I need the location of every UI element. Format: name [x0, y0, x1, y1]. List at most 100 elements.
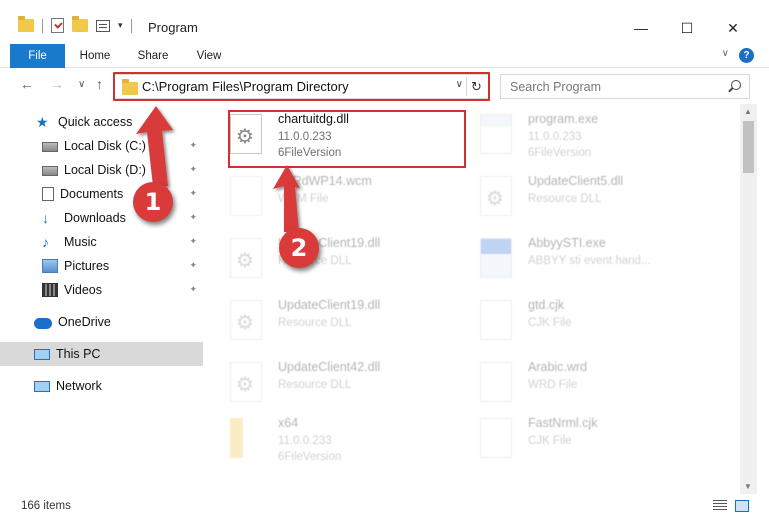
recent-locations-button[interactable]: ∨: [78, 79, 85, 90]
details-view-icon[interactable]: [713, 500, 727, 512]
scroll-down-icon[interactable]: ▼: [744, 482, 752, 491]
ribbon-collapse-icon[interactable]: ∨: [722, 48, 729, 59]
close-button[interactable]: ✕: [710, 14, 756, 42]
nav-label: Quick access: [58, 115, 133, 129]
folder-icon: [230, 418, 262, 458]
nav-label: OneDrive: [58, 315, 111, 329]
customize-icon[interactable]: [96, 19, 110, 32]
file-item[interactable]: UpdateClient19.dll Resource DLL: [206, 230, 446, 290]
nav-label: Music: [64, 235, 97, 249]
file-meta: CJK File: [528, 435, 572, 447]
file-item[interactable]: UpdateClient42.dll Resource DLL: [206, 354, 446, 414]
file-item[interactable]: program.exe 11.0.0.233 6FileVersion: [456, 106, 696, 166]
maximize-button[interactable]: ☐: [664, 14, 710, 42]
pin-icon[interactable]: ✦: [189, 164, 197, 175]
file-meta: CJK File: [528, 317, 572, 329]
scroll-up-icon[interactable]: ▲: [744, 107, 752, 116]
file-meta: Resource DLL: [528, 193, 602, 205]
pin-icon[interactable]: ✦: [189, 260, 197, 271]
file-name: UpdateClient5.dll: [528, 174, 624, 188]
file-meta: WRD File: [528, 379, 578, 391]
dll-file-icon: [230, 362, 262, 402]
properties-check-icon[interactable]: [51, 18, 64, 33]
new-folder-icon[interactable]: [72, 16, 88, 32]
star-icon: ★: [36, 114, 49, 130]
pictures-icon: [42, 259, 58, 273]
tiles-view-icon[interactable]: [735, 500, 749, 512]
dll-file-icon: [230, 238, 262, 278]
file-name: x64: [278, 416, 299, 430]
generic-file-icon: [230, 176, 262, 216]
nav-item-network[interactable]: Network: [0, 374, 203, 398]
generic-file-icon: [480, 418, 512, 458]
nav-label: Pictures: [64, 259, 110, 273]
file-name: AcRdWP14.wcm: [278, 174, 372, 188]
toolbar-separator: [130, 18, 132, 33]
dll-file-icon: [230, 300, 262, 340]
ribbon-tabs: File Home Share View ∨ ?: [0, 44, 769, 68]
search-icon[interactable]: [731, 80, 741, 90]
callout-marker-2: 2: [279, 228, 319, 268]
pin-icon[interactable]: ✦: [189, 188, 197, 199]
scroll-thumb[interactable]: [743, 121, 754, 173]
item-count: 166 items: [21, 500, 71, 512]
nav-item-this-pc[interactable]: This PC: [0, 342, 203, 366]
search-input[interactable]: [510, 78, 710, 96]
tab-view[interactable]: View: [184, 44, 234, 68]
drive-icon: [42, 142, 58, 152]
music-icon: ♪: [42, 234, 49, 250]
videos-icon: [42, 283, 58, 297]
file-name: UpdateClient19.dll: [278, 298, 381, 312]
pin-icon[interactable]: ✦: [189, 284, 197, 295]
exe-file-icon: [480, 238, 512, 278]
title-bar: ▾ Program — ☐ ✕: [0, 0, 769, 44]
tab-file[interactable]: File: [10, 44, 65, 68]
file-meta: Resource DLL: [278, 317, 352, 329]
file-meta: 11.0.0.233 6FileVersion: [528, 131, 592, 159]
pin-icon[interactable]: ✦: [189, 212, 197, 223]
search-box[interactable]: [500, 74, 750, 99]
file-item[interactable]: gtd.cjk CJK File: [456, 292, 696, 352]
up-button[interactable]: ↑: [96, 76, 103, 92]
file-item[interactable]: x64 11.0.0.233 6FileVersion: [206, 410, 446, 470]
pin-icon[interactable]: ✦: [189, 236, 197, 247]
pin-icon[interactable]: ✦: [189, 140, 197, 151]
tab-home[interactable]: Home: [70, 44, 120, 68]
nav-item-pictures[interactable]: Pictures ✦: [0, 254, 203, 278]
file-item[interactable]: Arabic.wrd WRD File: [456, 354, 696, 414]
computer-icon: [34, 348, 50, 360]
file-name: UpdateClient42.dll: [278, 360, 381, 374]
nav-label: Network: [56, 379, 102, 393]
file-item[interactable]: AcRdWP14.wcm WCM File: [206, 168, 446, 228]
vertical-scrollbar[interactable]: ▲ ▼: [740, 104, 757, 494]
generic-file-icon: [480, 362, 512, 402]
forward-button[interactable]: →: [50, 76, 64, 92]
nav-item-local-disk-d[interactable]: Local Disk (D:) ✦: [0, 158, 203, 182]
file-item[interactable]: UpdateClient19.dll Resource DLL: [206, 292, 446, 352]
help-icon[interactable]: ?: [739, 48, 754, 63]
nav-item-videos[interactable]: Videos ✦: [0, 278, 203, 302]
file-name: FastNrml.cjk: [528, 416, 598, 430]
nav-item-onedrive[interactable]: OneDrive: [0, 310, 203, 334]
nav-item-local-disk-c[interactable]: Local Disk (C:) ✦: [0, 134, 203, 158]
drive-icon: [42, 166, 58, 176]
address-highlight-frame: [113, 72, 490, 101]
minimize-button[interactable]: —: [618, 14, 664, 42]
nav-item-downloads[interactable]: ↓ Downloads ✦: [0, 206, 203, 230]
downloads-icon: ↓: [42, 210, 49, 226]
nav-quick-access[interactable]: ★ Quick access: [0, 110, 203, 134]
qat-dropdown-icon[interactable]: ▾: [118, 20, 123, 31]
tab-share[interactable]: Share: [128, 44, 178, 68]
back-button[interactable]: ←: [20, 76, 34, 92]
file-item[interactable]: FastNrml.cjk CJK File: [456, 410, 696, 470]
file-item[interactable]: AbbyySTI.exe ABBYY sti event hand...: [456, 230, 696, 290]
callout-marker-1: 1: [133, 182, 173, 222]
folder-icon: [18, 16, 34, 32]
network-icon: [34, 380, 50, 392]
nav-label: Downloads: [64, 211, 126, 225]
nav-label: This PC: [56, 347, 101, 361]
file-item[interactable]: UpdateClient5.dll Resource DLL: [456, 168, 696, 228]
file-highlight-frame: [228, 110, 466, 168]
nav-item-music[interactable]: ♪ Music ✦: [0, 230, 203, 254]
file-name: AbbyySTI.exe: [528, 236, 606, 250]
